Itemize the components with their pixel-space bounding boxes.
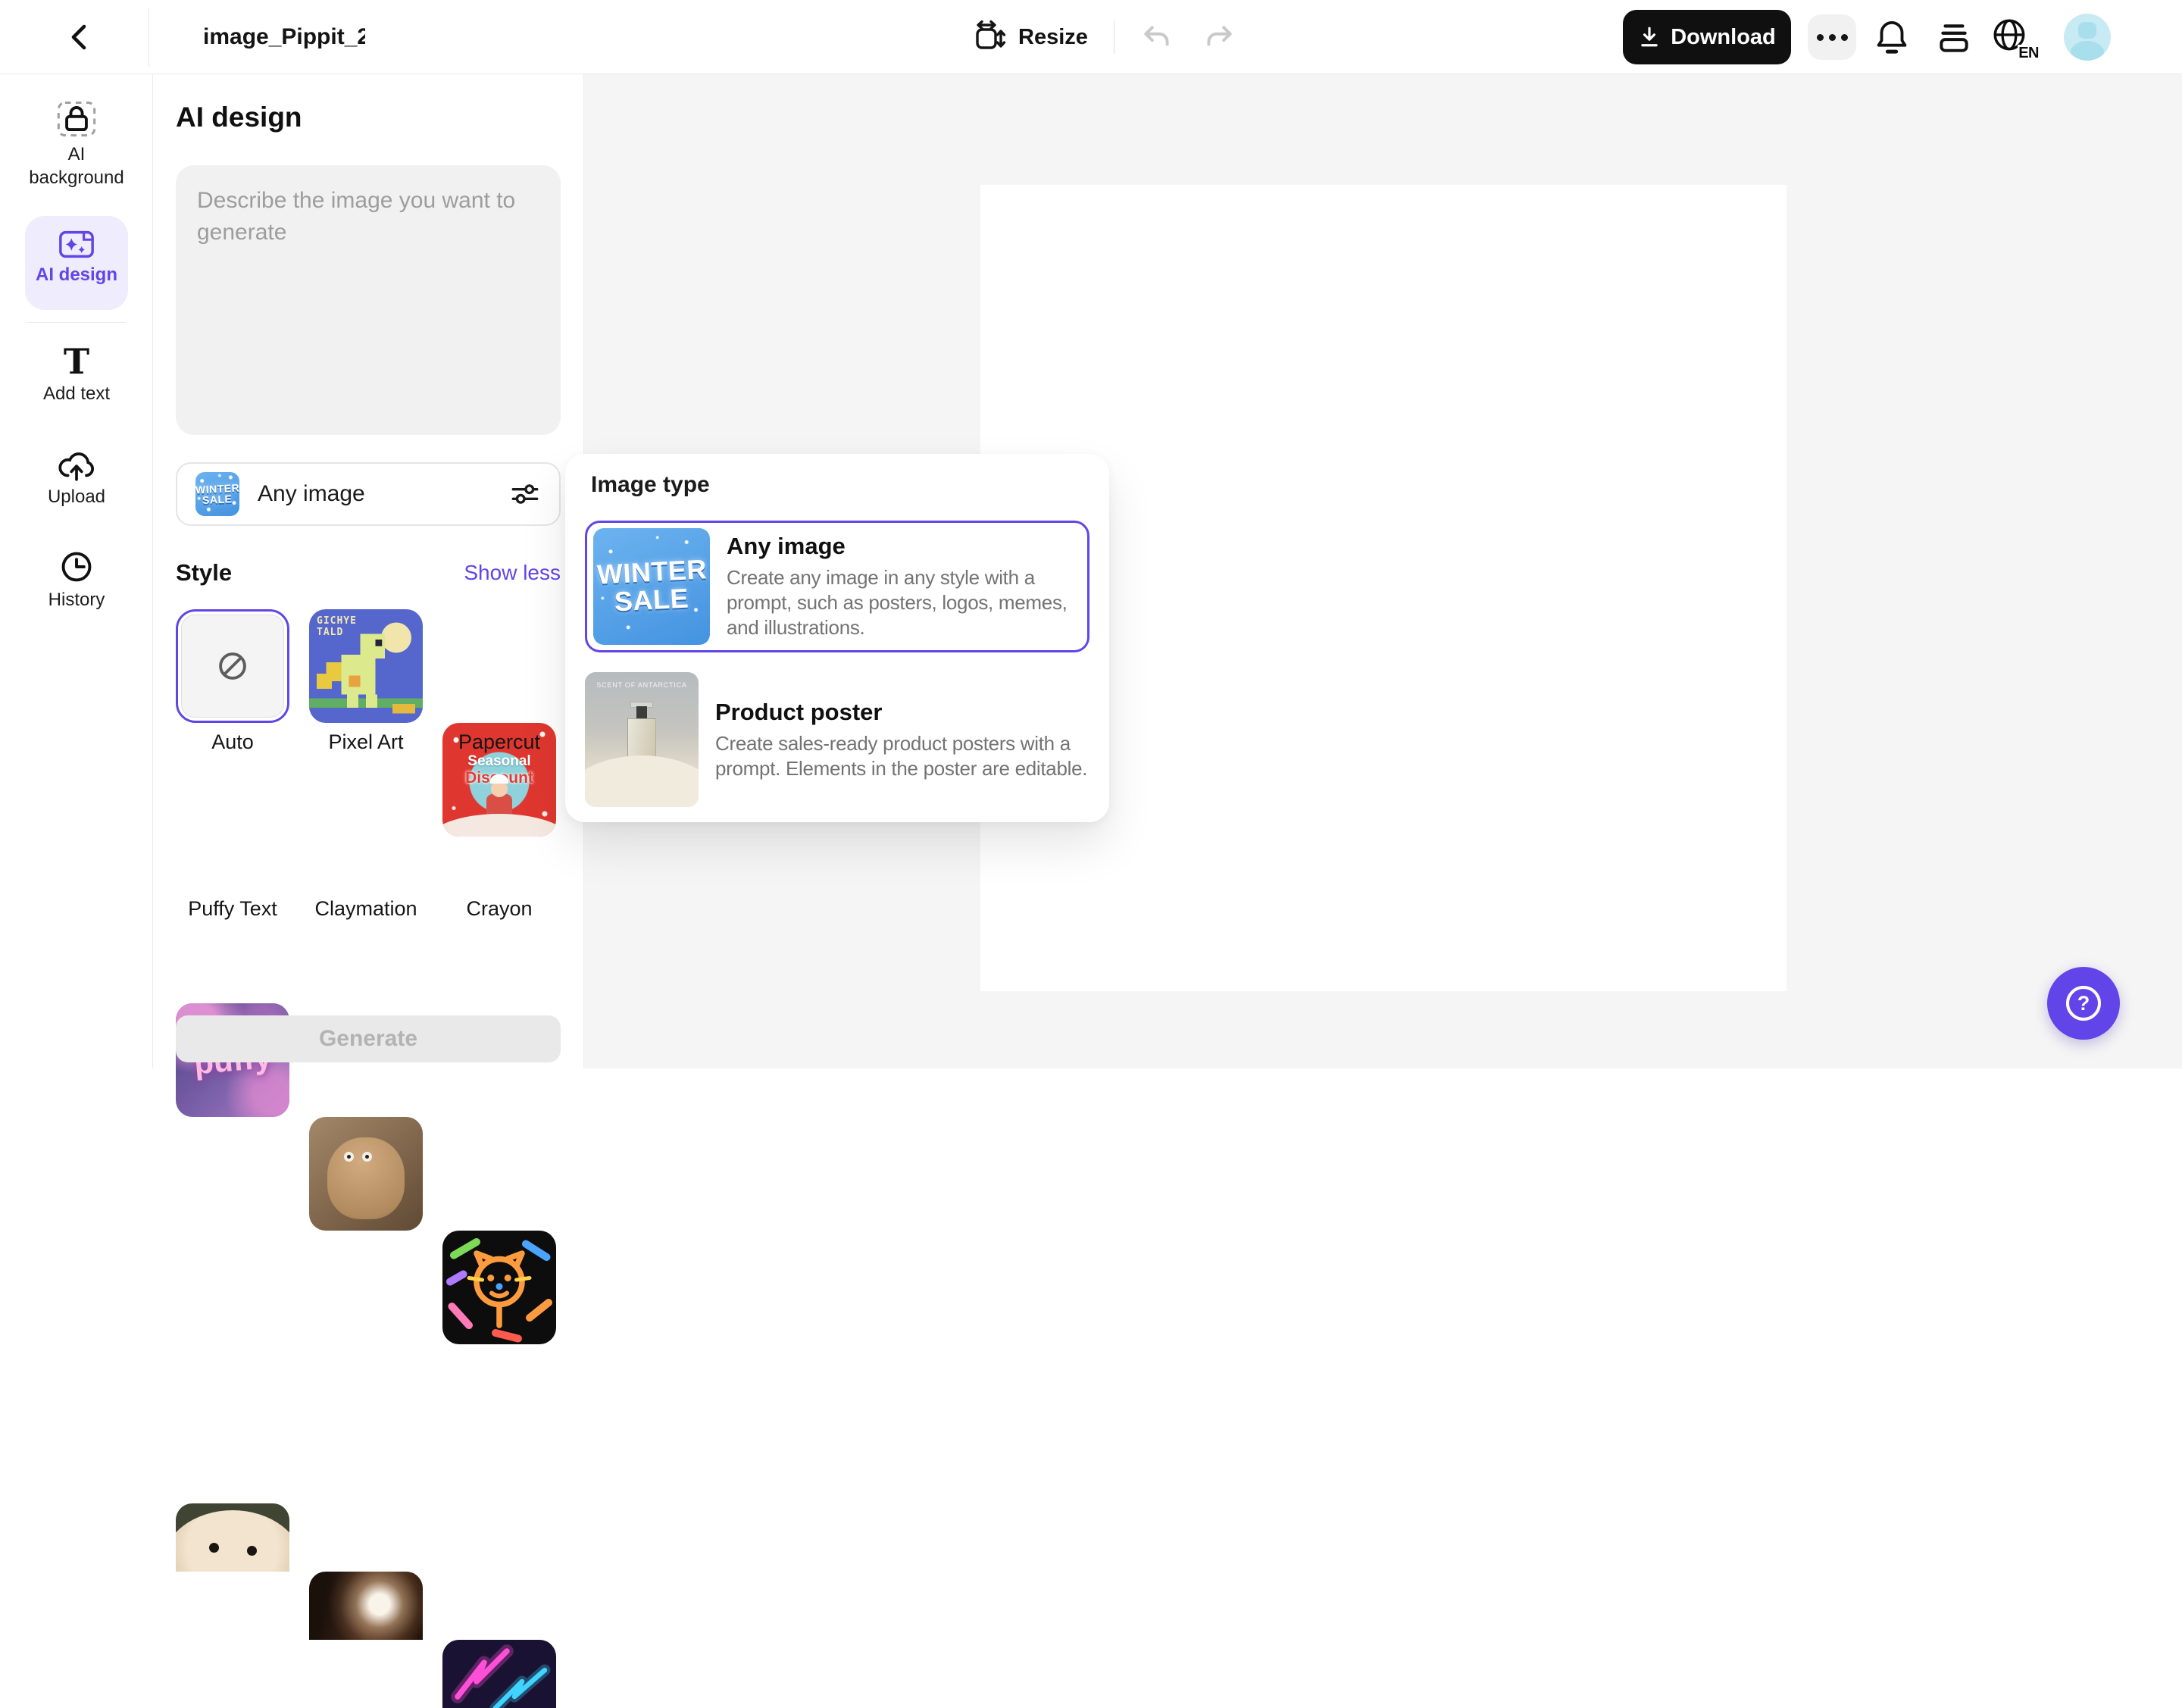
- notifications-button[interactable]: [1871, 17, 1912, 58]
- redo-icon: [1202, 20, 1236, 55]
- image-type-selected-label: Any image: [258, 481, 365, 507]
- style-tile-auto[interactable]: [176, 609, 289, 723]
- product-poster-thumbnail: SCENT OF ANTARCTICA: [585, 672, 699, 807]
- sidebar: AI background AI design T Add text Uploa…: [0, 74, 153, 1068]
- add-text-icon: T: [64, 341, 89, 382]
- style-name: Puffy Text: [176, 897, 289, 921]
- download-icon: [1638, 26, 1661, 48]
- resize-label: Resize: [1018, 25, 1088, 50]
- image-type-selector[interactable]: WINTER SALE Any image: [176, 462, 561, 526]
- resize-icon: [971, 20, 1006, 55]
- back-button[interactable]: [61, 17, 100, 57]
- style-tile-crayon[interactable]: [442, 1231, 556, 1344]
- style-tile-claymation[interactable]: [309, 1117, 423, 1231]
- style-tile-neon[interactable]: [442, 1640, 556, 1708]
- topbar-divider: [148, 8, 149, 67]
- show-less-link[interactable]: Show less: [464, 561, 561, 585]
- ellipsis-icon: [1817, 34, 1824, 41]
- image-type-popup: Image type WINTER SALE Any image Create …: [565, 454, 1109, 822]
- undo-button[interactable]: [1139, 20, 1174, 55]
- option-product-poster[interactable]: SCENT OF ANTARCTICA Product poster Creat…: [585, 672, 1089, 807]
- sidebar-item-label: Upload: [20, 485, 133, 508]
- more-options-button[interactable]: [1808, 14, 1856, 60]
- question-mark-icon: ?: [2066, 986, 2101, 1021]
- avatar[interactable]: [2064, 14, 2111, 61]
- sidebar-divider: [27, 322, 126, 323]
- any-image-thumbnail: WINTER SALE: [195, 472, 239, 516]
- option-any-image[interactable]: WINTER SALE Any image Create any image i…: [585, 521, 1089, 652]
- chevron-left-icon: [64, 20, 97, 54]
- sidebar-item-label: Add text: [20, 382, 133, 405]
- sidebar-item-ai-design[interactable]: AI design: [25, 216, 128, 310]
- upload-cloud-icon: [55, 447, 98, 482]
- option-title: Any image: [727, 533, 1081, 560]
- assets-stack-button[interactable]: [1935, 19, 1973, 57]
- prompt-input[interactable]: [176, 165, 561, 435]
- document-title: image_Pippit_20: [203, 0, 365, 74]
- stack-icon: [1935, 19, 1973, 57]
- panel-title: AI design: [176, 102, 302, 133]
- style-name: Crayon: [442, 897, 556, 921]
- any-image-thumbnail: WINTER SALE: [593, 528, 710, 645]
- style-tile-plush[interactable]: [176, 1503, 289, 1572]
- none-icon: [214, 647, 252, 685]
- style-section-title: Style: [176, 559, 232, 587]
- ai-design-panel: AI design WINTER SALE Any image Style Sh…: [153, 74, 584, 1068]
- sidebar-item-history[interactable]: History: [0, 549, 153, 612]
- history-clock-icon: [58, 549, 95, 585]
- top-bar: image_Pippit_20 Resize Downl: [0, 0, 2182, 74]
- style-name: Papercut: [442, 730, 556, 754]
- language-code: EN: [2018, 45, 2040, 61]
- generate-button[interactable]: Generate: [176, 1015, 561, 1062]
- sidebar-item-ai-background[interactable]: AI background: [0, 97, 153, 189]
- papercut-kid-art: [486, 794, 512, 824]
- undo-icon: [1139, 20, 1174, 55]
- option-description: Create sales-ready product posters with …: [715, 731, 1089, 781]
- sidebar-item-add-text[interactable]: T Add text: [0, 344, 153, 405]
- style-name: Pixel Art: [309, 730, 423, 754]
- download-button[interactable]: Download: [1623, 10, 1791, 64]
- neon-zigzag-art: [442, 1640, 556, 1708]
- style-tile-pixel-art[interactable]: GICHYE TALD: [309, 609, 423, 723]
- option-description: Create any image in any style with a pro…: [727, 565, 1081, 640]
- crayon-cat-art: [442, 1231, 556, 1344]
- sidebar-item-label: AI design: [25, 263, 128, 286]
- download-label: Download: [1671, 25, 1776, 50]
- bell-icon: [1871, 17, 1912, 58]
- resize-button[interactable]: Resize: [971, 0, 1088, 74]
- sliders-icon: [509, 478, 541, 510]
- style-name: Claymation: [309, 897, 423, 921]
- language-button[interactable]: EN: [1990, 15, 2035, 59]
- sidebar-item-upload[interactable]: Upload: [0, 447, 153, 508]
- help-button[interactable]: ?: [2047, 967, 2120, 1040]
- redo-button[interactable]: [1202, 20, 1236, 55]
- popup-title: Image type: [591, 472, 710, 498]
- style-name: Auto: [176, 730, 289, 754]
- ai-background-icon: [55, 97, 98, 139]
- sidebar-item-label: AI background: [20, 142, 133, 189]
- style-header: Style Show less: [176, 559, 561, 587]
- ai-design-icon: [58, 228, 95, 261]
- sidebar-item-label: History: [20, 588, 133, 612]
- style-tile-cinematic-light[interactable]: [309, 1572, 423, 1640]
- option-title: Product poster: [715, 699, 1089, 726]
